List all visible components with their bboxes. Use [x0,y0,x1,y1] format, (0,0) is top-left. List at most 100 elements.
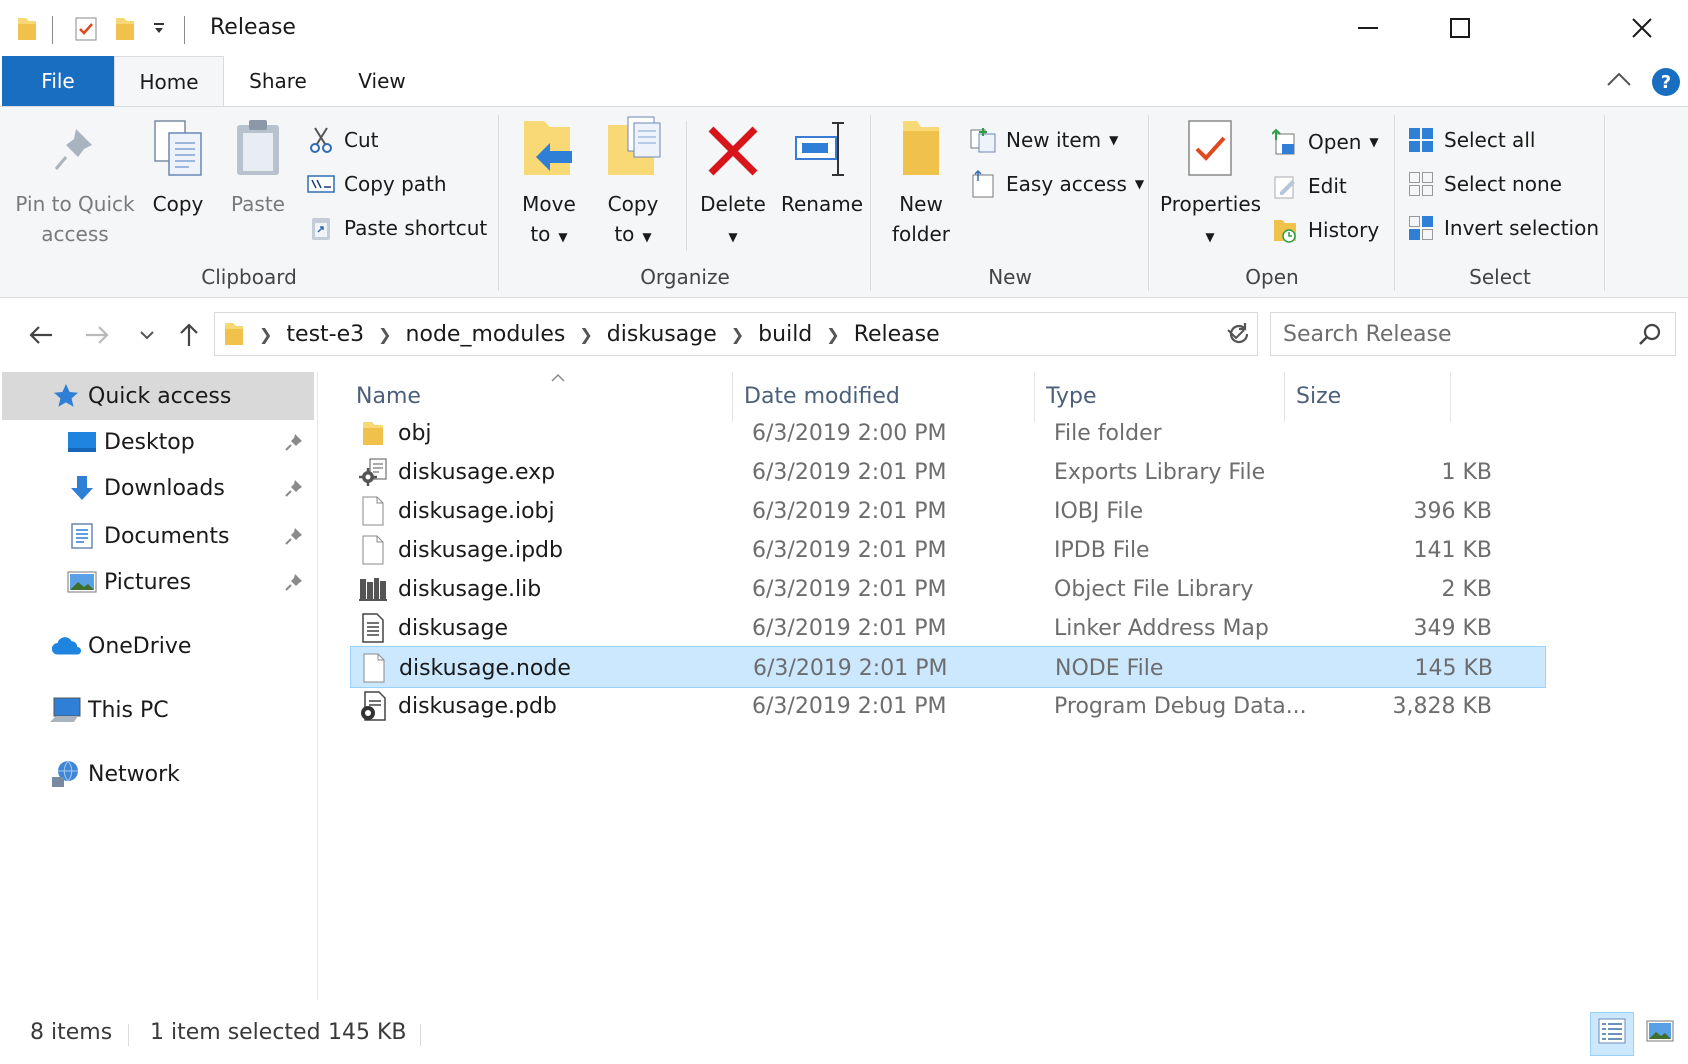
copy-path-button[interactable]: Copy path [306,167,447,201]
file-name: diskusage.exp [398,459,556,485]
invert-selection-button[interactable]: Invert selection [1406,211,1599,245]
open-icon [1270,128,1300,156]
paste-shortcut-button[interactable]: Paste shortcut [306,211,487,245]
nav-item-desktop[interactable]: Desktop [2,418,314,466]
copy-to-button[interactable]: Copy to ▼ [594,115,672,252]
file-row[interactable]: diskusage.ipdb 6/3/2019 2:01 PM IPDB File 1… [350,529,1546,571]
pin-icon[interactable] [284,526,304,552]
history-button[interactable]: History [1270,213,1379,247]
file-row[interactable]: diskusage.lib 6/3/2019 2:01 PM Object File… [350,568,1546,610]
back-button[interactable] [26,320,56,350]
group-label-new: New [988,265,1032,289]
nav-item-documents[interactable]: Documents [2,512,314,560]
breadcrumb-node-modules[interactable]: node_modules [406,322,566,347]
nav-item-onedrive[interactable]: OneDrive [2,622,314,670]
breadcrumb-diskusage[interactable]: diskusage [607,322,717,347]
cut-button[interactable]: Cut [306,123,378,157]
desktop-icon [66,427,98,457]
refresh-icon[interactable] [1226,320,1252,352]
file-name: diskusage [398,615,508,641]
nav-item-pictures[interactable]: Pictures [2,558,314,606]
select-all-button[interactable]: Select all [1406,123,1535,157]
file-size: 2 KB [1441,576,1492,602]
chevron-up-icon[interactable] [1606,70,1632,92]
file-name-cell: diskusage [350,607,740,649]
file-type: Linker Address Map [1054,615,1269,641]
new-folder-qat-icon[interactable] [114,16,136,46]
chevron-right-icon[interactable]: ❯ [826,325,839,344]
search-input[interactable]: Search Release [1270,312,1676,356]
help-button[interactable]: ? [1652,68,1680,96]
star-icon [50,381,82,411]
nav-item-this-pc[interactable]: This PC [2,686,314,734]
customize-qat-icon[interactable] [152,20,166,39]
pin-icon[interactable] [284,432,304,458]
tab-home[interactable]: Home [114,56,224,107]
open-button[interactable]: Open ▼ [1270,125,1379,159]
file-list: Name Date modified Type Size obj 6/3/2019… [318,372,1688,1000]
file-name-cell: diskusage.iobj [350,490,740,532]
easy-access-button[interactable]: Easy access ▼ [968,167,1144,201]
select-group: Select all Select none Invert selection … [1396,107,1604,297]
file-row[interactable]: diskusage.node 6/3/2019 2:01 PM NODE File 1… [350,646,1546,688]
tab-file[interactable]: File [2,56,114,106]
properties-button[interactable]: Properties ▼ [1160,115,1261,252]
move-to-button[interactable]: Move to ▼ [510,115,588,252]
paste-button[interactable]: Paste [222,115,294,219]
new-item-button[interactable]: New item ▼ [968,123,1118,157]
delete-button[interactable]: Delete ▼ [696,115,770,252]
file-row[interactable]: diskusage.iobj 6/3/2019 2:01 PM IOBJ File 3… [350,490,1546,532]
file-date: 6/3/2019 2:00 PM [752,420,947,446]
select-none-button[interactable]: Select none [1406,167,1562,201]
file-date: 6/3/2019 2:01 PM [752,576,947,602]
file-size: 396 KB [1413,498,1492,524]
nav-item-quick-access[interactable]: Quick access [2,372,314,420]
navigation-bar: ❯ test-e3 ❯ node_modules ❯ diskusage ❯ b… [0,298,1688,372]
network-icon [50,759,82,789]
tab-share[interactable]: Share [230,56,326,106]
breadcrumb-build[interactable]: build [758,322,812,347]
file-row[interactable]: diskusage.pdb 6/3/2019 2:01 PM Program Deb… [350,685,1546,727]
file-name-cell: diskusage.lib [350,568,740,610]
details-view-button[interactable] [1590,1012,1634,1056]
maximize-button[interactable] [1414,0,1506,56]
pin-icon[interactable] [284,572,304,598]
pin-icon[interactable] [284,478,304,504]
file-date: 6/3/2019 2:01 PM [752,537,947,563]
move-to-icon [520,115,578,187]
close-button[interactable] [1596,0,1688,56]
nav-item-network[interactable]: Network [2,750,314,798]
file-row[interactable]: obj 6/3/2019 2:00 PM File folder [350,412,1546,454]
chevron-right-icon[interactable]: ❯ [378,325,391,344]
file-row[interactable]: diskusage 6/3/2019 2:01 PM Linker Address … [350,607,1546,649]
minimize-button[interactable] [1322,0,1414,56]
group-label-select: Select [1469,265,1531,289]
chevron-right-icon[interactable]: ❯ [731,325,744,344]
title-bar: Release [0,0,1688,56]
file-row[interactable]: diskusage.exp 6/3/2019 2:01 PM Exports Lib… [350,451,1546,493]
new-folder-button[interactable]: New folder [880,115,962,249]
up-button[interactable] [174,320,204,350]
forward-button[interactable] [82,320,112,350]
tab-view[interactable]: View [336,56,428,106]
large-icons-view-button[interactable] [1638,1012,1682,1056]
breadcrumb-test-e3[interactable]: test-e3 [286,322,364,347]
ribbon-tabs: File Home Share View ? [0,56,1688,107]
edit-button[interactable]: Edit [1270,169,1347,203]
nav-item-downloads[interactable]: Downloads [2,464,314,512]
breadcrumb-release[interactable]: Release [854,322,940,347]
chevron-right-icon[interactable]: ❯ [579,325,592,344]
properties-qat-icon[interactable] [74,16,98,46]
address-bar[interactable]: ❯ test-e3 ❯ node_modules ❯ diskusage ❯ b… [214,312,1258,356]
copy-button[interactable]: Copy [142,115,214,219]
ribbon: Pin to Quick access Copy Paste Cut Copy … [0,106,1688,298]
file-type: Object File Library [1054,576,1254,602]
rename-button[interactable]: Rename [778,115,866,219]
copy-path-icon [306,170,336,198]
debug-file-icon [358,691,388,721]
file-date: 6/3/2019 2:01 PM [752,498,947,524]
delete-x-icon [705,123,761,187]
search-icon[interactable] [1637,322,1663,354]
recent-locations-button[interactable] [132,320,162,350]
pin-quick-access-button[interactable]: Pin to Quick access [10,115,140,249]
